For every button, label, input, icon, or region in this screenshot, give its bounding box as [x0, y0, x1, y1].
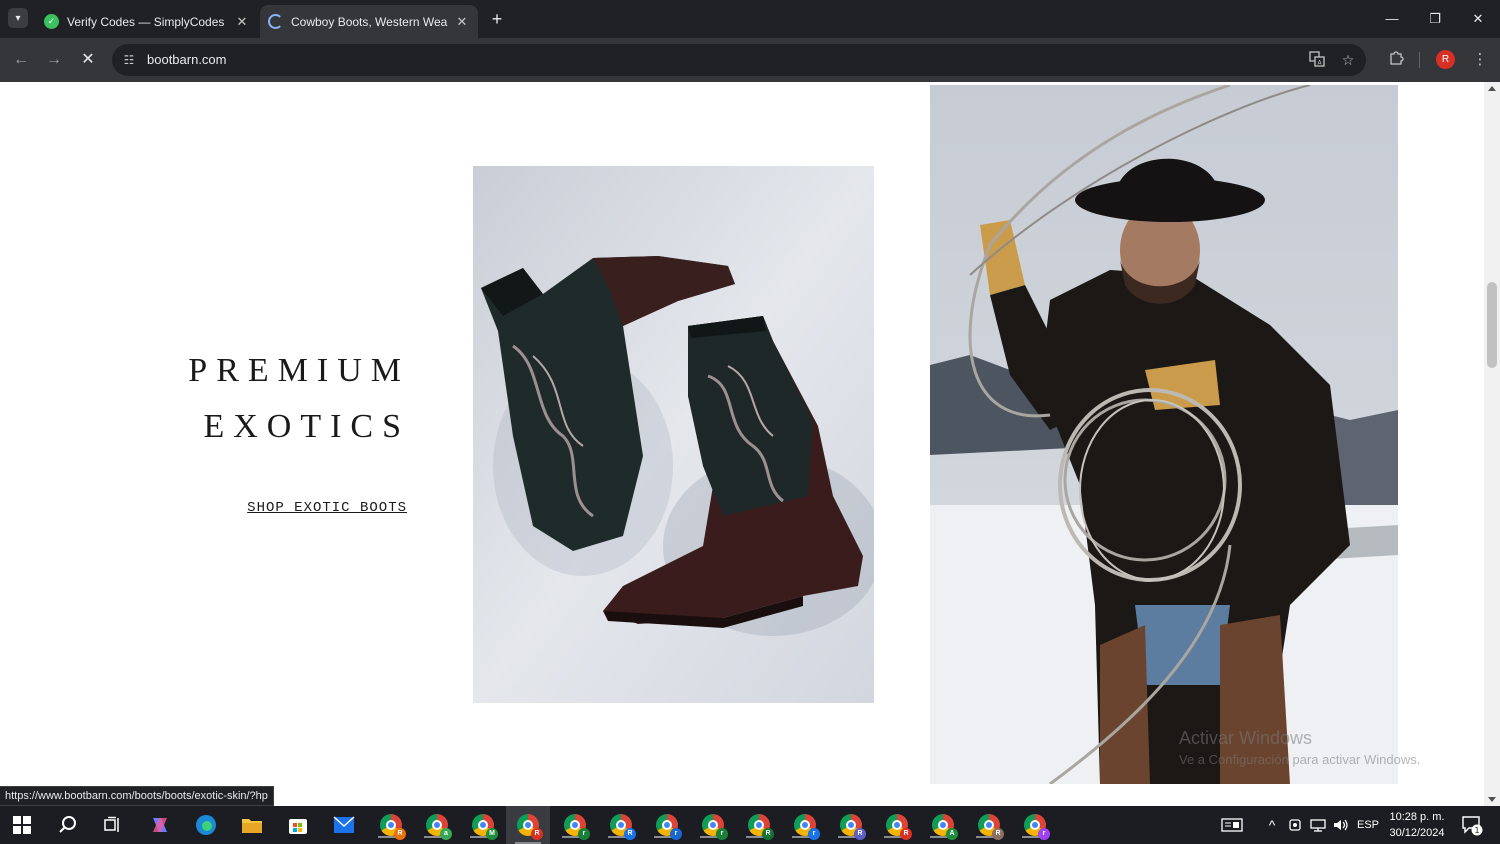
microsoft-store-icon[interactable]	[285, 812, 311, 838]
tab-strip: ▾ ✓ Verify Codes — SimplyCodes ✕ Cowboy …	[0, 0, 1500, 38]
chrome-icon: r	[794, 814, 820, 840]
tab-title: Verify Codes — SimplyCodes	[67, 14, 225, 29]
chrome-profile-icon[interactable]: A	[930, 812, 958, 840]
chrome-profile-icon[interactable]: a	[424, 812, 452, 840]
chrome-icon: M	[472, 814, 498, 840]
chrome-icon: r	[1024, 814, 1050, 840]
page-scrollbar[interactable]	[1484, 82, 1500, 806]
chrome-profile-icon-active[interactable]: R	[506, 806, 550, 844]
link-status-bubble: https://www.bootbarn.com/boots/boots/exo…	[0, 786, 274, 806]
kebab-menu-icon[interactable]: ⋮	[1470, 50, 1490, 70]
news-widget-icon[interactable]	[1216, 806, 1248, 844]
bookmark-star-icon[interactable]: ☆	[1339, 51, 1357, 69]
windows-start-icon[interactable]	[9, 812, 35, 838]
toolbar-separator	[1419, 52, 1420, 68]
browser-toolbar: ← → ✕ ☷ bootbarn.com A ☆ R ⋮	[0, 38, 1500, 82]
chrome-icon: R	[840, 814, 866, 840]
tab-search-chevron-icon[interactable]: ▾	[8, 8, 28, 28]
input-language-indicator[interactable]: ESP	[1354, 806, 1382, 844]
scroll-up-arrow-icon[interactable]	[1488, 86, 1496, 91]
tab-bootbarn[interactable]: Cowboy Boots, Western Wear & ✕	[260, 5, 478, 38]
shop-exotic-boots-link[interactable]: SHOP EXOTIC BOOTS	[247, 500, 407, 516]
chrome-profile-icon[interactable]: R	[976, 812, 1004, 840]
restore-icon[interactable]: ❐	[1420, 8, 1450, 30]
chrome-profile-icon[interactable]: R	[608, 812, 636, 840]
headline-line-2: EXOTICS	[203, 408, 410, 445]
simplycodes-favicon-icon: ✓	[44, 14, 59, 29]
clock-time: 10:28 p. m.	[1389, 811, 1445, 823]
chrome-profile-icon[interactable]: r	[1022, 812, 1050, 840]
stop-loading-icon[interactable]: ✕	[76, 48, 100, 72]
chrome-icon: r	[702, 814, 728, 840]
clock-date: 30/12/2024	[1389, 827, 1445, 839]
chrome-icon: R	[380, 814, 406, 840]
system-clock[interactable]: 10:28 p. m. 30/12/2024	[1382, 809, 1452, 841]
windows-activation-watermark-title: Activar Windows	[1179, 728, 1313, 748]
chrome-profile-icon[interactable]: R	[378, 812, 406, 840]
chrome-icon: A	[932, 814, 958, 840]
show-hidden-icons-chevron-icon[interactable]: ^	[1262, 806, 1282, 844]
chrome-icon: r	[564, 814, 590, 840]
chrome-icon: R	[517, 814, 543, 840]
network-icon[interactable]	[1307, 806, 1329, 844]
address-bar[interactable]: ☷ bootbarn.com A ☆	[112, 44, 1366, 76]
tab-close-icon[interactable]: ✕	[234, 14, 250, 30]
chrome-icon: R	[886, 814, 912, 840]
volume-speaker-icon[interactable]	[1330, 806, 1352, 844]
extensions-puzzle-icon[interactable]	[1386, 50, 1406, 70]
copilot-icon[interactable]	[147, 812, 173, 838]
chrome-profile-icon[interactable]: r	[792, 812, 820, 840]
chrome-profile-icon[interactable]: r	[654, 812, 682, 840]
notification-center-icon[interactable]: 1	[1458, 806, 1486, 844]
windows-activation-watermark-subtitle: Ve a Configuración para activar Windows.	[1179, 752, 1421, 767]
notification-count: 1	[1474, 826, 1479, 835]
chrome-profile-icon[interactable]: R	[884, 812, 912, 840]
back-arrow-icon[interactable]: ←	[9, 48, 33, 72]
chrome-profile-icon[interactable]: r	[562, 812, 590, 840]
windows-taskbar: R a M R r R r r R r R R A R r ^ ESP 10:2…	[0, 806, 1500, 844]
chrome-icon: R	[748, 814, 774, 840]
cowboy-with-lasso-photo[interactable]	[930, 85, 1398, 784]
meet-now-icon[interactable]	[1286, 806, 1304, 844]
screen: ▾ ✓ Verify Codes — SimplyCodes ✕ Cowboy …	[0, 0, 1500, 844]
translate-icon[interactable]: A	[1308, 51, 1326, 69]
chrome-icon: R	[978, 814, 1004, 840]
web-page: PREMIUM EXOTICS SHOP EXOTIC BOOTS Activa…	[0, 82, 1484, 806]
loading-spinner-icon	[268, 14, 283, 29]
chrome-icon: r	[656, 814, 682, 840]
file-explorer-icon[interactable]	[239, 812, 265, 838]
tab-close-icon[interactable]: ✕	[454, 14, 470, 30]
chrome-profile-icon[interactable]: R	[838, 812, 866, 840]
exotic-boots-photo[interactable]	[473, 166, 874, 703]
task-view-icon[interactable]	[100, 812, 126, 838]
tab-title: Cowboy Boots, Western Wear &	[291, 14, 448, 29]
chrome-profile-icon[interactable]: r	[700, 812, 728, 840]
search-icon[interactable]	[55, 812, 81, 838]
headline-line-1: PREMIUM	[188, 352, 410, 389]
scrollbar-thumb[interactable]	[1487, 282, 1497, 368]
chrome-profile-icon[interactable]: M	[470, 812, 498, 840]
site-info-tune-icon[interactable]: ☷	[120, 51, 138, 69]
chrome-icon: a	[426, 814, 452, 840]
new-tab-plus-icon[interactable]: +	[486, 9, 508, 31]
close-window-icon[interactable]: ✕	[1463, 8, 1493, 30]
mail-icon[interactable]	[331, 812, 357, 838]
chrome-profile-icon[interactable]: R	[746, 812, 774, 840]
edge-browser-icon[interactable]	[193, 812, 219, 838]
chrome-icon: R	[610, 814, 636, 840]
forward-arrow-icon[interactable]: →	[42, 48, 66, 72]
address-url: bootbarn.com	[147, 52, 227, 67]
scroll-down-arrow-icon[interactable]	[1488, 797, 1496, 802]
minimize-icon[interactable]: —	[1377, 8, 1407, 30]
profile-avatar[interactable]: R	[1436, 50, 1455, 69]
tab-simplycodes[interactable]: ✓ Verify Codes — SimplyCodes ✕	[36, 5, 258, 38]
